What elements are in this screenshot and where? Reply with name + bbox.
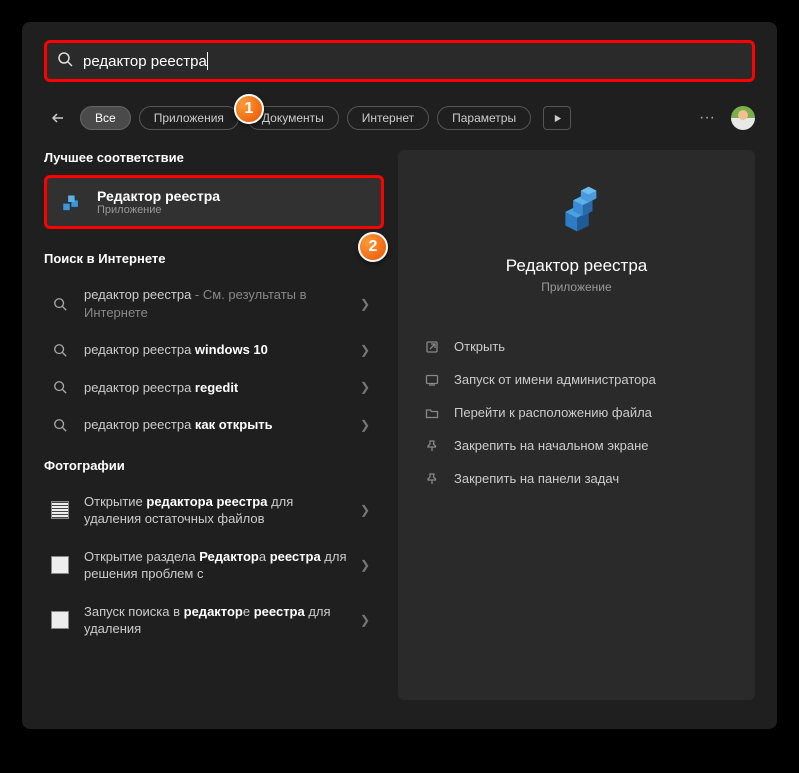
search-input-value[interactable]: редактор реестра	[83, 53, 207, 70]
search-icon	[48, 418, 72, 432]
web-result-0[interactable]: редактор реестра - См. результаты в Инте…	[44, 276, 384, 331]
best-match-item[interactable]: Редактор реестра Приложение	[44, 175, 384, 229]
search-icon	[48, 380, 72, 394]
chevron-right-icon: ❯	[360, 380, 380, 394]
photo-result-0[interactable]: Открытие редактора реестра для удаления …	[44, 483, 384, 538]
document-icon	[48, 611, 72, 629]
filter-web[interactable]: Интернет	[347, 106, 429, 130]
result-text: Запуск поиска в редакторе реестра для уд…	[84, 603, 348, 638]
preview-title: Редактор реестра	[418, 256, 735, 276]
search-window: редактор реестра 1 Все Приложения Докуме…	[22, 22, 777, 729]
pin-icon	[424, 472, 440, 486]
actions-list: Открыть Запуск от имени администратора П…	[418, 330, 735, 495]
web-search-header: Поиск в Интернете	[44, 251, 384, 266]
back-button[interactable]	[44, 104, 72, 132]
action-admin-label: Запуск от имени администратора	[454, 372, 656, 387]
photo-result-1[interactable]: Открытие раздела Редактора реестра для р…	[44, 538, 384, 593]
search-box[interactable]: редактор реестра	[44, 40, 755, 82]
action-open[interactable]: Открыть	[418, 330, 735, 363]
regedit-icon-large	[545, 178, 609, 242]
action-pin-start[interactable]: Закрепить на начальном экране	[418, 429, 735, 462]
more-button[interactable]: ···	[691, 109, 723, 127]
result-text: редактор реестра regedit	[84, 379, 348, 397]
chevron-right-icon: ❯	[360, 297, 380, 311]
chevron-right-icon: ❯	[360, 418, 380, 432]
search-icon	[57, 51, 73, 72]
chevron-right-icon: ❯	[360, 558, 380, 572]
user-avatar[interactable]	[731, 106, 755, 130]
chevron-right-icon: ❯	[360, 613, 380, 627]
result-text: Открытие редактора реестра для удаления …	[84, 493, 348, 528]
result-text: Открытие раздела Редактора реестра для р…	[84, 548, 348, 583]
filter-row: Все Приложения Документы Интернет Параме…	[44, 104, 755, 132]
action-pin-task[interactable]: Закрепить на панели задач	[418, 462, 735, 495]
result-text: редактор реестра windows 10	[84, 341, 348, 359]
callout-2: 2	[358, 232, 388, 262]
admin-icon	[424, 373, 440, 387]
action-admin[interactable]: Запуск от имени администратора	[418, 363, 735, 396]
document-icon	[48, 556, 72, 574]
photos-header: Фотографии	[44, 458, 384, 473]
filter-apps[interactable]: Приложения	[139, 106, 239, 130]
web-result-1[interactable]: редактор реестра windows 10 ❯	[44, 331, 384, 369]
chevron-right-icon: ❯	[360, 343, 380, 357]
callout-1: 1	[234, 94, 264, 124]
filter-all[interactable]: Все	[80, 106, 131, 130]
open-icon	[424, 340, 440, 354]
search-icon	[48, 297, 72, 311]
action-open-label: Открыть	[454, 339, 505, 354]
best-match-header: Лучшее соответствие	[44, 150, 384, 165]
filter-settings[interactable]: Параметры	[437, 106, 531, 130]
best-match-title: Редактор реестра	[97, 188, 220, 204]
web-result-3[interactable]: редактор реестра как открыть ❯	[44, 406, 384, 444]
chevron-right-icon: ❯	[360, 503, 380, 517]
regedit-icon	[59, 188, 87, 216]
text-cursor	[207, 52, 208, 70]
result-text: редактор реестра - См. результаты в Инте…	[84, 286, 348, 321]
action-location[interactable]: Перейти к расположению файла	[418, 396, 735, 429]
folder-icon	[424, 406, 440, 420]
photo-result-2[interactable]: Запуск поиска в редакторе реестра для уд…	[44, 593, 384, 648]
pin-icon	[424, 439, 440, 453]
action-location-label: Перейти к расположению файла	[454, 405, 652, 420]
play-button[interactable]	[543, 106, 571, 130]
document-icon	[48, 501, 72, 519]
result-text: редактор реестра как открыть	[84, 416, 348, 434]
results-column: Лучшее соответствие Редактор реестра При…	[44, 150, 384, 700]
best-match-sub: Приложение	[97, 204, 220, 216]
preview-sub: Приложение	[418, 280, 735, 294]
action-pin-start-label: Закрепить на начальном экране	[454, 438, 649, 453]
web-result-2[interactable]: редактор реестра regedit ❯	[44, 369, 384, 407]
preview-panel: Редактор реестра Приложение Открыть Запу…	[398, 150, 755, 700]
search-icon	[48, 343, 72, 357]
action-pin-task-label: Закрепить на панели задач	[454, 471, 619, 486]
